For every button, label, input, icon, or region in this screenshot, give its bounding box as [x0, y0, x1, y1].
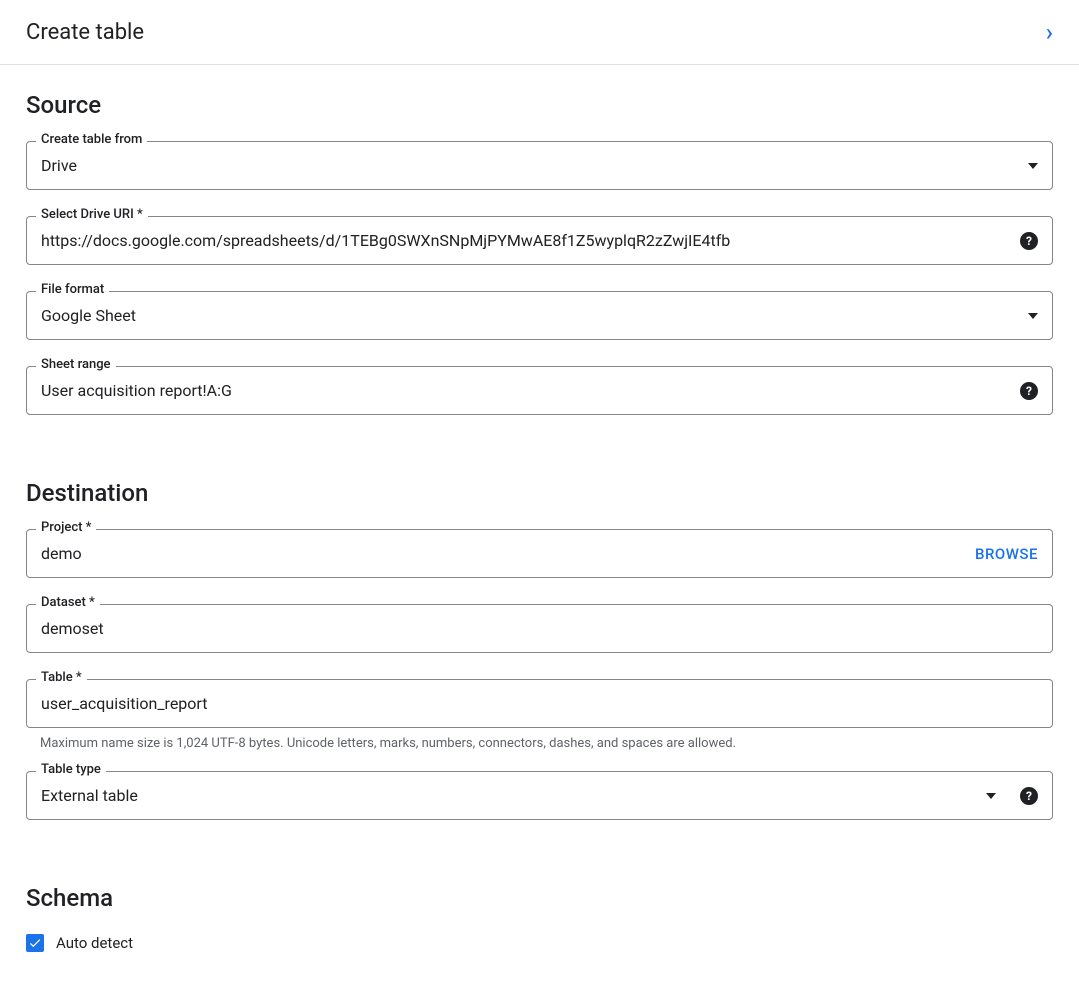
source-heading: Source: [26, 91, 1053, 119]
create-table-from-select[interactable]: Drive: [26, 141, 1053, 190]
dataset-box: [26, 604, 1053, 653]
file-format-label: File format: [36, 282, 109, 297]
project-label: Project *: [36, 520, 96, 535]
auto-detect-checkbox[interactable]: [26, 934, 44, 952]
table-label: Table *: [36, 670, 87, 685]
project-box: BROWSE: [26, 529, 1053, 578]
table-type-value: External table: [41, 786, 978, 805]
drive-uri-box: ?: [26, 216, 1053, 265]
table-type-select[interactable]: External table ?: [26, 771, 1053, 820]
create-table-from-field: Create table from Drive: [26, 141, 1053, 190]
dialog-content: Source Create table from Drive Select Dr…: [0, 65, 1079, 972]
table-box: [26, 679, 1053, 728]
help-icon[interactable]: ?: [1020, 787, 1038, 805]
drive-uri-field: Select Drive URI * ?: [26, 216, 1053, 265]
table-input[interactable]: [41, 694, 1038, 713]
auto-detect-row: Auto detect: [26, 934, 1053, 952]
project-field: Project * BROWSE: [26, 529, 1053, 578]
table-helper-text: Maximum name size is 1,024 UTF-8 bytes. …: [40, 736, 1053, 751]
destination-heading: Destination: [26, 479, 1053, 507]
schema-heading: Schema: [26, 884, 1053, 912]
auto-detect-label: Auto detect: [56, 934, 133, 952]
table-field: Table *: [26, 679, 1053, 728]
dataset-field: Dataset *: [26, 604, 1053, 653]
create-table-from-label: Create table from: [36, 132, 147, 147]
help-icon[interactable]: ?: [1020, 382, 1038, 400]
create-table-from-value: Drive: [41, 156, 1020, 175]
chevron-down-icon: [1028, 313, 1038, 319]
browse-button[interactable]: BROWSE: [975, 545, 1038, 563]
file-format-value: Google Sheet: [41, 306, 1020, 325]
sheet-range-input[interactable]: [41, 381, 1012, 400]
dialog-title: Create table: [26, 20, 144, 45]
drive-uri-label: Select Drive URI *: [36, 207, 148, 222]
chevron-down-icon: [1028, 163, 1038, 169]
check-icon: [28, 936, 42, 950]
sheet-range-box: ?: [26, 366, 1053, 415]
header-action-icon[interactable]: ›: [1046, 18, 1053, 46]
dataset-input[interactable]: [41, 619, 1038, 638]
file-format-select[interactable]: Google Sheet: [26, 291, 1053, 340]
sheet-range-field: Sheet range ?: [26, 366, 1053, 415]
table-type-field: Table type External table ?: [26, 771, 1053, 820]
file-format-field: File format Google Sheet: [26, 291, 1053, 340]
dialog-header: Create table ›: [0, 0, 1079, 65]
dataset-label: Dataset *: [36, 595, 100, 610]
sheet-range-label: Sheet range: [36, 357, 116, 372]
project-input[interactable]: [41, 544, 963, 563]
drive-uri-input[interactable]: [41, 231, 1012, 250]
table-type-label: Table type: [36, 762, 106, 777]
help-icon[interactable]: ?: [1020, 232, 1038, 250]
chevron-down-icon: [986, 793, 996, 799]
